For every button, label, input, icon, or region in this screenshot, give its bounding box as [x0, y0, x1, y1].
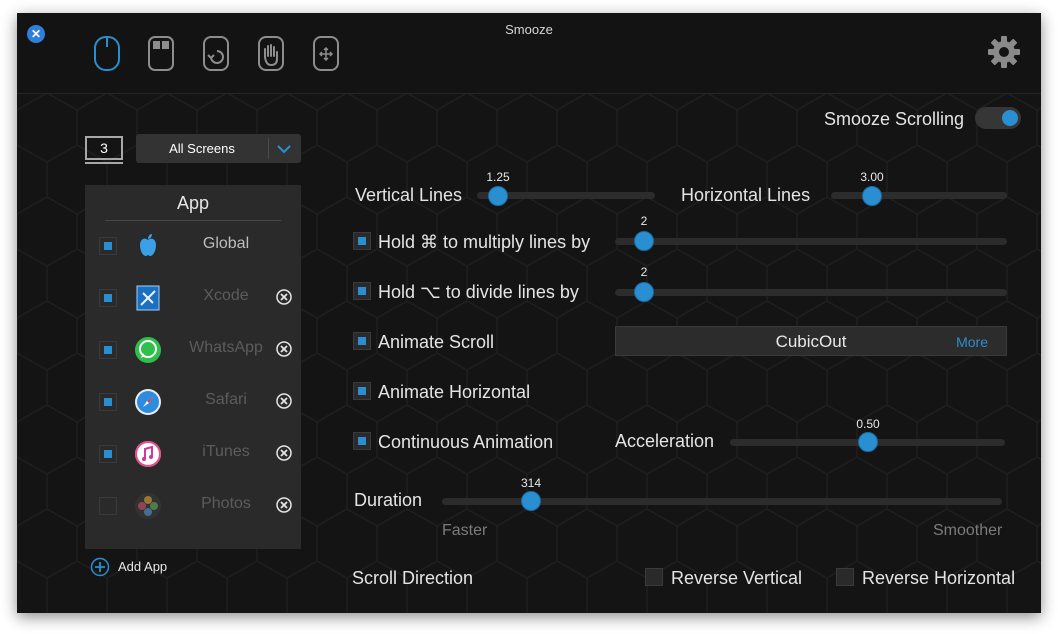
remove-app-icon[interactable] — [276, 393, 292, 409]
add-app-button[interactable]: Add App — [118, 559, 167, 574]
animate-horizontal-checkbox[interactable] — [353, 382, 371, 400]
app-checkbox-itunes[interactable] — [99, 445, 117, 463]
hold-opt-label: Hold ⌥ to divide lines by — [378, 282, 579, 302]
acceleration-value: 0.50 — [856, 417, 880, 431]
title-bar: ✕ Smooze — [17, 13, 1041, 94]
duration-value: 314 — [520, 476, 542, 490]
easing-value: CubicOut — [775, 332, 847, 351]
scroll-direction-label: Scroll Direction — [352, 568, 474, 588]
app-checkbox-whatsapp[interactable] — [99, 341, 117, 359]
safari-icon — [135, 389, 161, 415]
animate-scroll-checkbox[interactable] — [353, 332, 371, 350]
smooze-scrolling-toggle[interactable] — [975, 107, 1021, 129]
app-name-itunes: iTunes — [202, 443, 250, 460]
hold-cmd-checkbox[interactable] — [353, 232, 371, 250]
display-stand — [85, 162, 123, 164]
horizontal-lines-value: 3.00 — [860, 170, 884, 184]
app-name-photos: Photos — [201, 495, 251, 512]
acceleration-knob[interactable] — [858, 432, 878, 452]
app-checkbox-global[interactable] — [99, 237, 117, 255]
reverse-vertical-label: Reverse Vertical — [671, 568, 803, 588]
horizontal-lines-knob[interactable] — [862, 186, 882, 206]
hold-opt-checkbox[interactable] — [353, 282, 371, 300]
dropdown-separator — [268, 138, 269, 159]
duration-max-label: Smoother — [933, 522, 1003, 539]
easing-select[interactable]: CubicOut More — [615, 326, 1007, 356]
reverse-vertical-checkbox[interactable] — [645, 568, 663, 586]
app-name-safari: Safari — [205, 391, 247, 408]
chevron-down-icon[interactable] — [276, 142, 292, 156]
hold-opt-slider[interactable] — [615, 289, 1007, 296]
mouse-gesture-icon[interactable] — [200, 35, 232, 73]
gear-icon[interactable] — [987, 35, 1021, 69]
app-checkbox-photos[interactable] — [99, 497, 117, 515]
app-name-xcode: Xcode — [203, 287, 249, 304]
header-divider — [105, 220, 281, 221]
whatsapp-icon — [135, 337, 161, 363]
hold-cmd-knob[interactable] — [634, 231, 654, 251]
toggle-knob — [1002, 110, 1018, 126]
xcode-icon — [136, 285, 160, 311]
animate-scroll-label: Animate Scroll — [378, 332, 495, 352]
duration-knob[interactable] — [521, 491, 541, 511]
easing-more-link[interactable]: More — [956, 334, 988, 350]
hold-cmd-label: Hold ⌘ to multiply lines by — [378, 232, 591, 252]
animate-horizontal-label: Animate Horizontal — [378, 382, 531, 402]
smooze-scrolling-label: Smooze Scrolling — [824, 109, 965, 129]
remove-app-icon[interactable] — [276, 289, 292, 305]
remove-app-icon[interactable] — [276, 445, 292, 461]
itunes-icon — [135, 441, 161, 467]
app-checkbox-safari[interactable] — [99, 393, 117, 411]
acceleration-label: Acceleration — [615, 431, 715, 451]
add-app-icon[interactable] — [90, 557, 110, 577]
app-name-global: Global — [202, 235, 250, 252]
mouse-buttons-icon[interactable] — [145, 35, 177, 73]
screen-count: 3 — [100, 140, 108, 156]
apple-icon — [140, 234, 156, 256]
continuous-animation-label: Continuous Animation — [378, 432, 554, 452]
app-list-header: App — [176, 193, 210, 213]
hold-cmd-value: 2 — [640, 214, 648, 228]
duration-min-label: Faster — [442, 522, 488, 539]
hold-cmd-slider[interactable] — [615, 238, 1007, 245]
app-checkbox-xcode[interactable] — [99, 289, 117, 307]
remove-app-icon[interactable] — [276, 341, 292, 357]
screen-select[interactable]: All Screens — [136, 134, 301, 163]
vertical-lines-label: Vertical Lines — [355, 185, 463, 205]
continuous-animation-checkbox[interactable] — [353, 432, 371, 450]
mouse-scroll-icon[interactable] — [91, 35, 123, 73]
reverse-horizontal-checkbox[interactable] — [836, 568, 854, 586]
screen-select-value: All Screens — [169, 141, 235, 156]
app-list: App Global Xcode WhatsApp Safari iTunes … — [85, 185, 301, 549]
mouse-move-icon[interactable] — [310, 35, 342, 73]
display-icon: 3 — [85, 136, 123, 160]
vertical-lines-knob[interactable] — [488, 186, 508, 206]
photos-icon — [135, 493, 161, 519]
remove-app-icon[interactable] — [276, 497, 292, 513]
grab-hand-icon[interactable] — [255, 35, 287, 73]
hold-opt-knob[interactable] — [634, 282, 654, 302]
duration-label: Duration — [354, 490, 423, 510]
horizontal-lines-label: Horizontal Lines — [681, 185, 811, 205]
app-name-whatsapp: WhatsApp — [189, 339, 263, 356]
hold-opt-value: 2 — [640, 265, 648, 279]
vertical-lines-value: 1.25 — [486, 170, 510, 184]
horizontal-lines-slider[interactable] — [831, 192, 1007, 199]
reverse-horizontal-label: Reverse Horizontal — [862, 568, 1016, 588]
app-window: ✕ Smooze Smooze Scrolling 3 All Screens … — [17, 13, 1041, 613]
